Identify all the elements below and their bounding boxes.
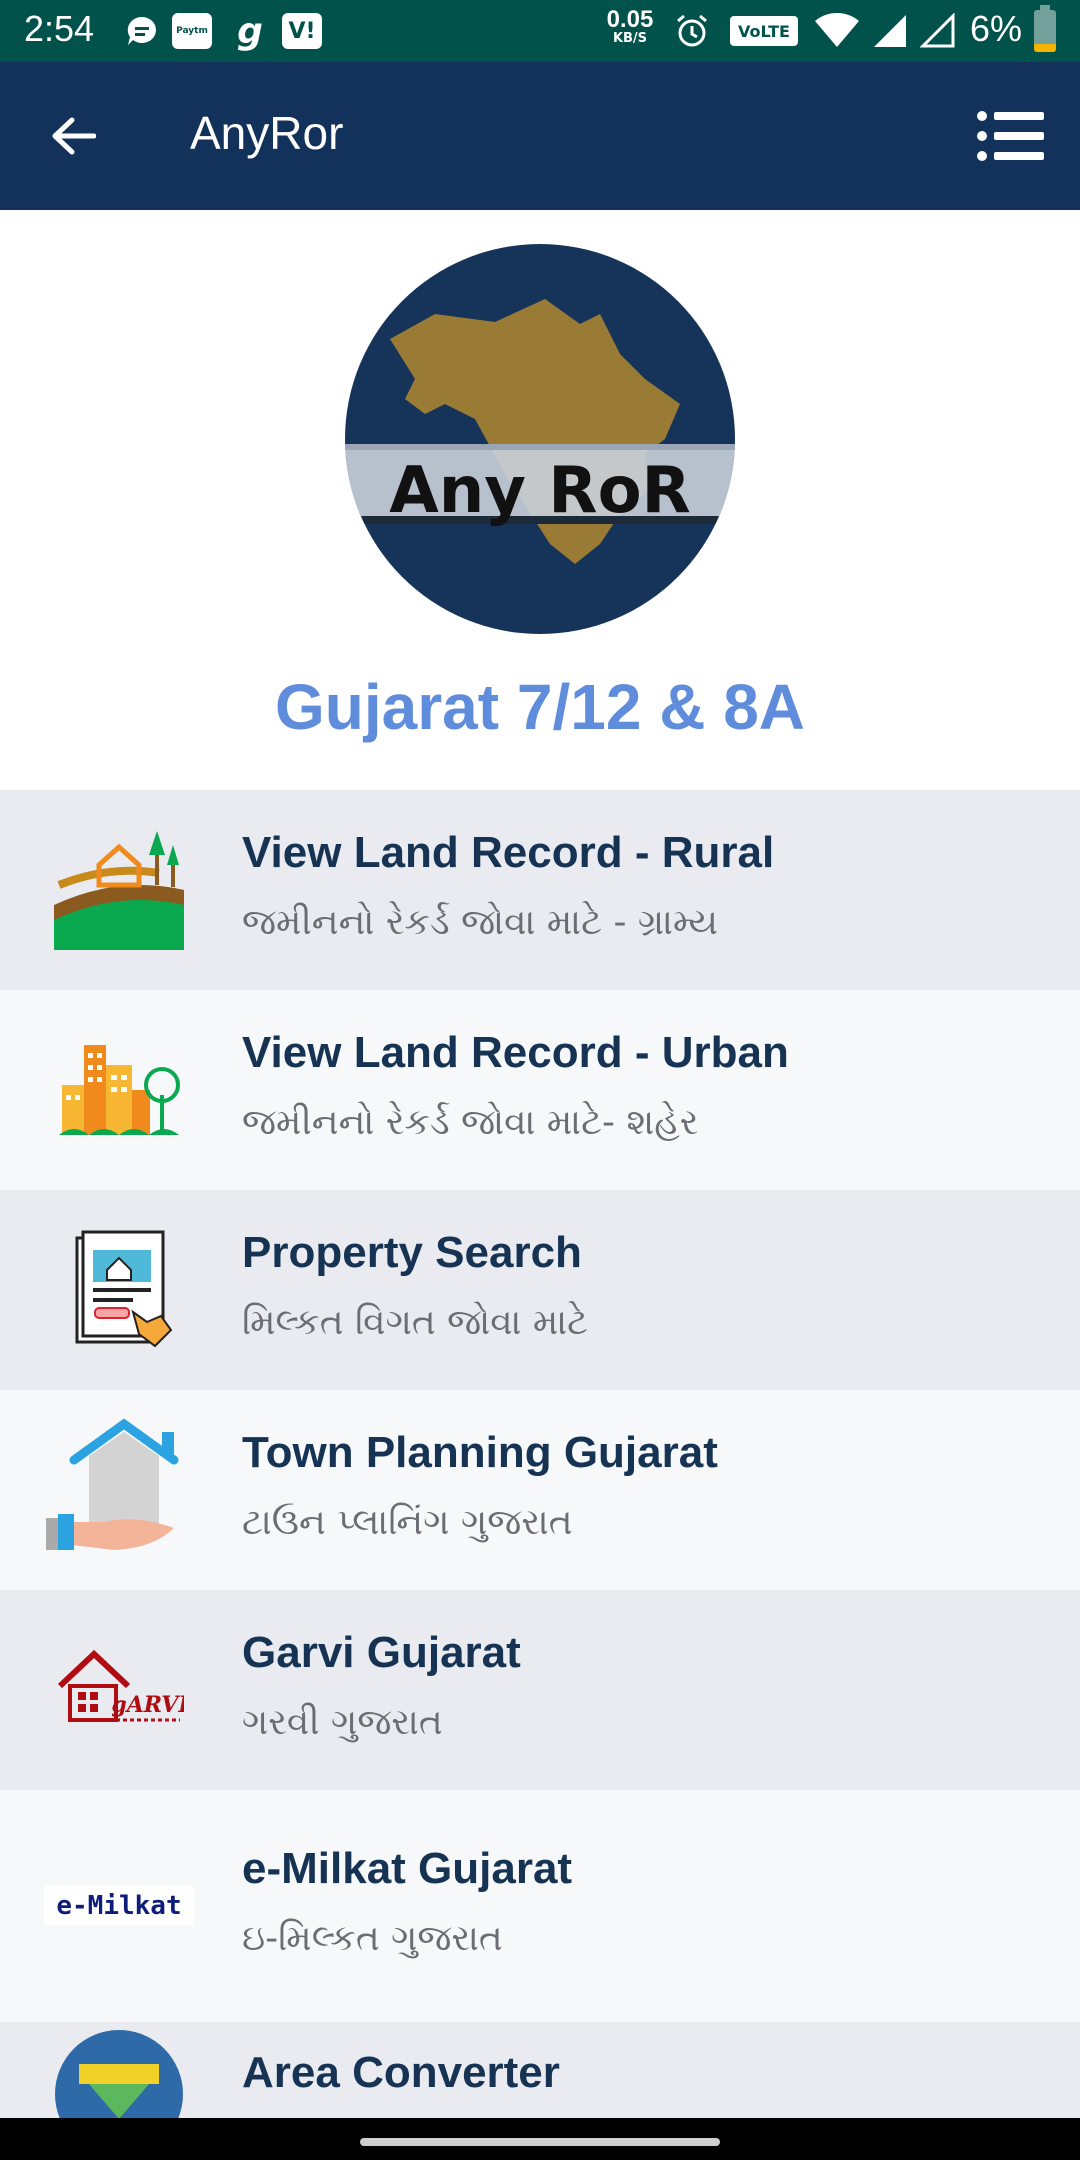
item-title: Town Planning Gujarat [242,1428,718,1477]
network-speed: 0.05 KB/S [606,6,654,46]
status-time: 2:54 [24,8,95,49]
alarm-icon [672,12,712,50]
list-item-garvi-gujarat[interactable]: gARVI Garvi Gujarat ગરવી ગુજરાત [0,1590,1080,1790]
menu-list: View Land Record - Rural જમીનનો રેકર્ડ જ… [0,790,1080,2118]
item-title: View Land Record - Urban [242,1028,789,1077]
item-subtitle: જમીનનો રેકર્ડ જોવા માટે - ગ્રામ્ય [242,902,718,943]
item-subtitle: મિલ્કત વિગત જોવા માટે [242,1302,589,1343]
status-bar: 2:54 Paytm g V! 0.05 KB/S VoLTE 6% [0,0,1080,62]
list-menu-icon [977,111,1044,161]
item-title: Area Converter [242,2048,560,2097]
item-title: Property Search [242,1228,582,1277]
g-icon: g [237,10,263,52]
item-title: View Land Record - Rural [242,828,775,877]
battery-percent: 6% [970,8,1023,49]
item-title: e-Milkat Gujarat [242,1844,573,1893]
menu-button[interactable] [976,106,1046,166]
item-subtitle: ગરવી ગુજરાત [242,1702,443,1743]
anyror-logo: Any RoR [345,244,735,634]
vi-icon: V! [282,12,322,50]
list-item-property-search[interactable]: Property Search મિલ્કત વિગત જોવા માટે [0,1190,1080,1390]
navigation-bar [0,2118,1080,2160]
svg-text:Any RoR: Any RoR [389,454,691,528]
list-item-land-record-urban[interactable]: View Land Record - Urban જમીનનો રેકર્ડ જ… [0,990,1080,1190]
item-subtitle: ટાઉન પ્લાનિંગ ગુજરાત [242,1502,573,1543]
volte-icon: VoLTE [730,16,798,46]
rural-land-icon [44,820,194,960]
list-item-land-record-rural[interactable]: View Land Record - Rural જમીનનો રેકર્ડ જ… [0,790,1080,990]
list-item-area-converter[interactable]: Area Converter [0,2022,1080,2118]
urban-buildings-icon [44,1020,194,1160]
list-item-e-milkat[interactable]: e-Milkat e-Milkat Gujarat ઇ-મિલ્કત ગુજરા… [0,1790,1080,2022]
item-subtitle: ઇ-મિલ્કત ગુજરાત [242,1918,503,1959]
back-button[interactable] [40,106,106,166]
list-item-town-planning[interactable]: Town Planning Gujarat ટાઉન પ્લાનિંગ ગુજર… [0,1390,1080,1590]
property-document-icon [44,1220,194,1360]
home-gesture-handle[interactable] [360,2138,720,2146]
brand-title: Gujarat 7/12 & 8A [275,671,805,743]
house-in-hand-icon [44,1418,194,1558]
area-converter-icon [44,2030,194,2118]
arrow-left-icon [52,117,96,155]
app-title: AnyRor [190,107,344,159]
signal-icon [870,12,910,50]
item-title: Garvi Gujarat [242,1628,521,1677]
paytm-icon: Paytm [172,12,212,50]
battery-icon [1034,5,1056,52]
app-bar: AnyRor [0,62,1080,210]
message-icon [122,12,162,50]
svg-text:gARVI: gARVI [111,1692,184,1718]
e-milkat-logo-icon: e-Milkat [44,1836,194,1976]
item-subtitle: જમીનનો રેકર્ડ જોવા માટે- શહેર [242,1102,699,1143]
wifi-icon [812,12,862,50]
garvi-logo-icon: gARVI [44,1620,194,1760]
signal-2-icon [918,12,958,50]
